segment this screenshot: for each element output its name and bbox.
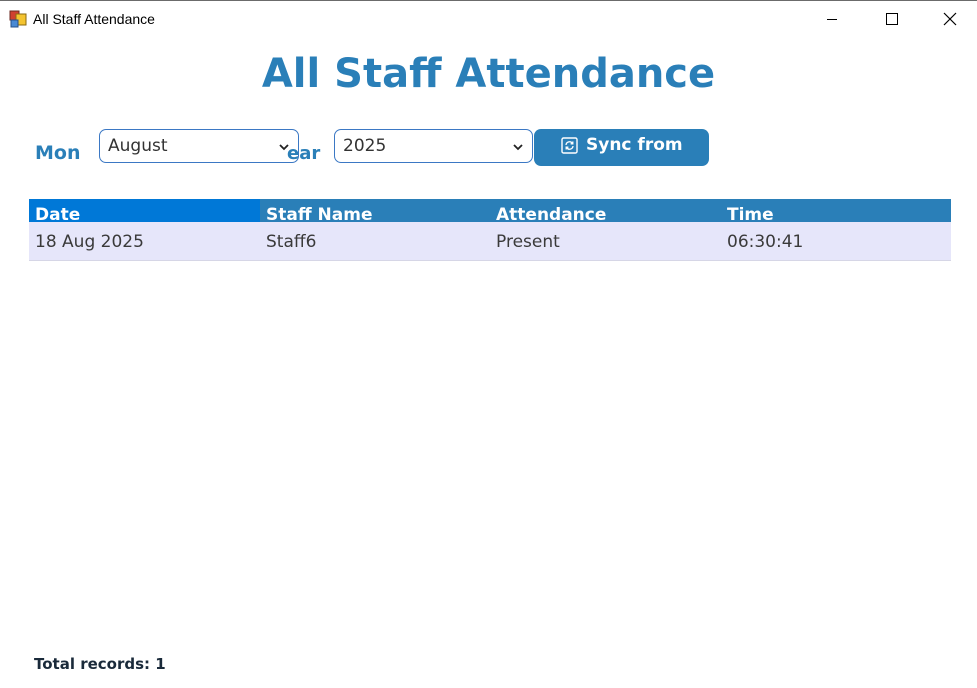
column-header-date[interactable]: Date [35,205,80,222]
app-icon [9,10,27,28]
month-label: Mon [35,142,81,164]
title-bar[interactable]: All Staff Attendance [0,1,977,37]
sync-icon [561,137,578,154]
attendance-table: Date Staff Name Attendance Time 18 Aug 2… [29,199,951,261]
maximize-icon [886,13,898,25]
column-header-attendance[interactable]: Attendance [496,205,606,222]
table-header: Date Staff Name Attendance Time [29,199,951,222]
column-header-time[interactable]: Time [727,205,774,222]
table-row[interactable]: 18 Aug 2025 Staff6 Present 06:30:41 [29,222,951,261]
attendance-window: All Staff Attendance All Staff Attendanc… [0,0,977,688]
minimize-button[interactable] [803,1,861,37]
close-button[interactable] [921,1,977,37]
cell-staff-name: Staff6 [266,232,317,252]
page-title: All Staff Attendance [261,51,716,97]
column-header-staff-name[interactable]: Staff Name [266,205,372,222]
year-select[interactable]: 2025 [334,129,533,163]
sync-button-label: Sync from [586,135,683,155]
minimize-icon [827,19,837,20]
total-records-label: Total records: 1 [34,655,166,673]
close-icon [943,12,957,26]
year-select-value: 2025 [343,136,387,156]
maximize-button[interactable] [863,1,921,37]
cell-date: 18 Aug 2025 [35,232,144,252]
month-select-value: August [108,136,168,156]
window-title: All Staff Attendance [33,11,155,27]
cell-attendance: Present [496,232,560,252]
cell-time: 06:30:41 [727,232,804,252]
sync-button[interactable]: Sync from [534,129,709,166]
year-label: ear [287,143,321,164]
month-select[interactable]: August [99,129,299,163]
chevron-down-icon [513,144,523,151]
